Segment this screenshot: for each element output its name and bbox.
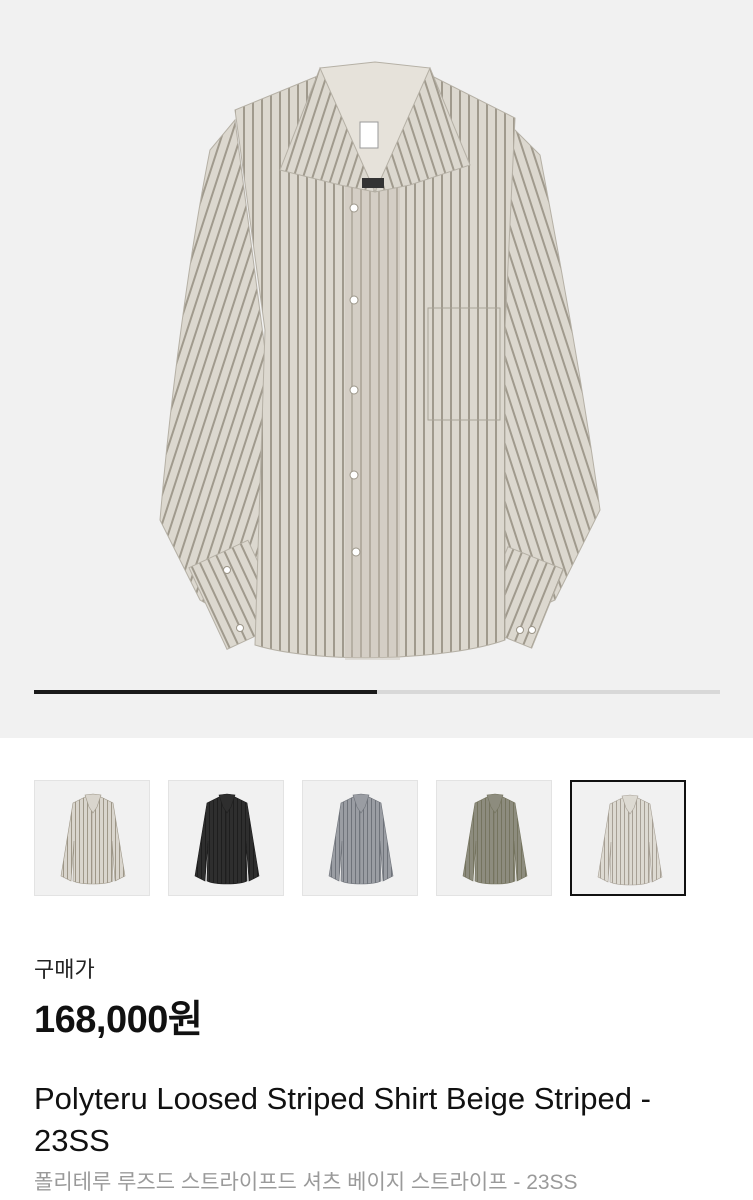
thumb-beige-stripe-image xyxy=(60,793,126,885)
thumbnail-4[interactable] xyxy=(436,780,552,896)
product-title: Polyteru Loosed Striped Shirt Beige Stri… xyxy=(34,1081,651,1158)
carousel-progress-track xyxy=(34,690,720,694)
carousel-progress-fill xyxy=(34,690,377,694)
product-subtitle: 폴리테루 루즈드 스트라이프드 셔츠 베이지 스트라이프 - 23SS xyxy=(34,1171,578,1194)
product-image xyxy=(159,61,601,660)
thumb-khaki-image xyxy=(462,793,528,885)
price-value: 168,000원 xyxy=(34,999,203,1041)
color-thumbnail-list xyxy=(34,780,720,898)
thumb-beige-selected-image xyxy=(597,794,663,886)
thumbnail-3[interactable] xyxy=(302,780,418,896)
thumbnail-1[interactable] xyxy=(34,780,150,896)
product-image-carousel[interactable] xyxy=(0,0,753,738)
thumbnail-5[interactable] xyxy=(570,780,686,896)
thumbnail-2[interactable] xyxy=(168,780,284,896)
thumb-black-image xyxy=(194,793,260,885)
price-label: 구매가 xyxy=(34,957,95,982)
thumb-grey-stripe-image xyxy=(328,793,394,885)
